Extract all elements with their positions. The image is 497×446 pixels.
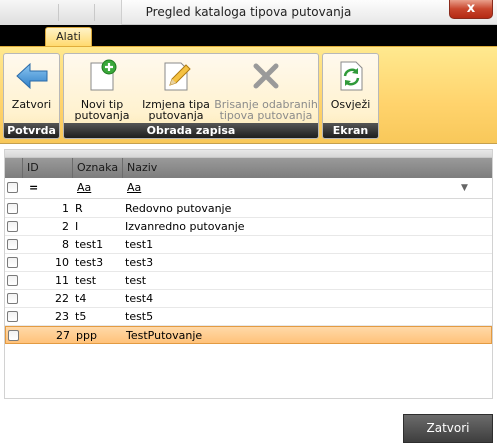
cell-oznaka: test1 (75, 238, 104, 251)
ribbon-tab-strip: Alati (0, 25, 497, 47)
zatvori-button[interactable]: Zatvori (403, 414, 493, 443)
cell-id: 11 (55, 274, 69, 287)
cell-naziv: test1 (125, 238, 154, 251)
cell-id: 22 (55, 292, 69, 305)
group-label-ekran: Ekran (323, 123, 378, 138)
cell-oznaka: I (75, 220, 79, 233)
row-checkbox[interactable] (7, 293, 18, 304)
row-checkbox[interactable] (7, 221, 18, 232)
cell-naziv: TestPutovanje (126, 329, 203, 342)
row-checkbox[interactable] (7, 239, 18, 250)
new-document-icon (90, 59, 117, 91)
table-row[interactable]: 8 test1 test1 (5, 236, 492, 254)
group-label-potvrda: Potvrda (4, 123, 59, 138)
row-checkbox[interactable] (7, 203, 18, 214)
catalog-grid: ID Oznaka Naziv = Aa Aa ▼ 1 R Redovno puto… (4, 149, 493, 399)
zatvori-ribbon-button[interactable]: Zatvori (4, 54, 59, 110)
tab-alati[interactable]: Alati (45, 27, 92, 47)
row-checkbox[interactable] (7, 275, 18, 286)
ribbon-group-obrada-zapisa: Novi tip putovanja Izmjena tipa putovanj… (63, 53, 319, 139)
osvjezi-label: Osvježi (330, 98, 371, 111)
osvjezi-button[interactable]: Osvježi (323, 54, 378, 110)
cell-oznaka: t5 (75, 310, 87, 323)
brisanje-label-2: tipova putovanja (219, 109, 313, 122)
window-title: Pregled kataloga tipova putovanja (145, 5, 352, 19)
table-row[interactable]: 27 ppp TestPutovanje (5, 326, 492, 344)
refresh-icon (340, 61, 362, 91)
novi-tip-button[interactable]: Novi tip putovanja (69, 54, 135, 121)
cell-id: 2 (62, 220, 69, 233)
row-checkbox[interactable] (7, 257, 18, 268)
cell-id: 10 (55, 256, 69, 269)
filter-dropdown-chevron-icon[interactable]: ▼ (461, 178, 473, 198)
cell-oznaka: test3 (75, 256, 104, 269)
table-row[interactable]: 10 test3 test3 (5, 254, 492, 272)
grid-header: ID Oznaka Naziv (5, 158, 492, 178)
column-header-oznaka[interactable]: Oznaka (73, 158, 123, 178)
cell-id: 1 (62, 202, 69, 215)
cell-oznaka: test (75, 274, 97, 287)
table-row[interactable]: 11 test test (5, 272, 492, 290)
grid-filter-row: = Aa Aa ▼ (5, 178, 492, 199)
row-checkbox[interactable] (7, 311, 18, 322)
table-row[interactable]: 1 R Redovno putovanje (5, 200, 492, 218)
cell-naziv: test4 (125, 292, 154, 305)
cell-id: 23 (55, 310, 69, 323)
cell-naziv: test (125, 274, 147, 287)
table-row[interactable]: 2 I Izvanredno putovanje (5, 218, 492, 236)
izmjena-tipa-button[interactable]: Izmjena tipa putovanja (137, 54, 215, 121)
filter-naziv-operator[interactable]: Aa (127, 178, 157, 198)
cell-oznaka: R (75, 202, 83, 215)
cell-naziv: test5 (125, 310, 154, 323)
cell-naziv: test3 (125, 256, 154, 269)
column-header-id[interactable]: ID (23, 158, 73, 178)
title-bar: Pregled kataloga tipova putovanja x (0, 0, 497, 25)
filter-oznaka-operator[interactable]: Aa (77, 178, 107, 198)
select-all-checkbox[interactable] (7, 182, 18, 193)
row-checkbox[interactable] (8, 330, 19, 341)
ribbon-group-ekran: Osvježi Ekran (322, 53, 379, 139)
cell-id: 27 (56, 329, 70, 342)
ribbon: Zatvori Potvrda Novi tip putovanja Izmje… (0, 46, 497, 144)
cell-oznaka: ppp (76, 329, 97, 342)
cell-oznaka: t4 (75, 292, 87, 305)
footer: Zatvori (0, 405, 497, 446)
zatvori-ribbon-label: Zatvori (11, 98, 52, 111)
column-header-naziv[interactable]: Naziv (123, 158, 492, 178)
ribbon-group-potvrda: Zatvori Potvrda (3, 53, 60, 139)
edit-pencil-icon (164, 62, 191, 91)
novi-tip-label-2: putovanja (74, 109, 130, 122)
brisanje-button[interactable]: Brisanje odabranih tipova putovanja (214, 54, 318, 121)
window-close-button[interactable]: x (449, 0, 493, 19)
cell-id: 8 (62, 238, 69, 251)
grid-group-panel (5, 150, 492, 158)
cell-naziv: Izvanredno putovanje (125, 220, 245, 233)
group-label-obrada-zapisa: Obrada zapisa (64, 123, 318, 138)
izmjena-tipa-label-2: putovanja (148, 109, 204, 122)
table-row[interactable]: 23 t5 test5 (5, 308, 492, 326)
filter-id-operator[interactable]: = (29, 178, 49, 198)
table-row[interactable]: 22 t4 test4 (5, 290, 492, 308)
header-select-cell (5, 158, 23, 178)
cell-naziv: Redovno putovanje (125, 202, 232, 215)
back-arrow-icon (15, 62, 47, 90)
delete-x-icon (253, 63, 279, 89)
